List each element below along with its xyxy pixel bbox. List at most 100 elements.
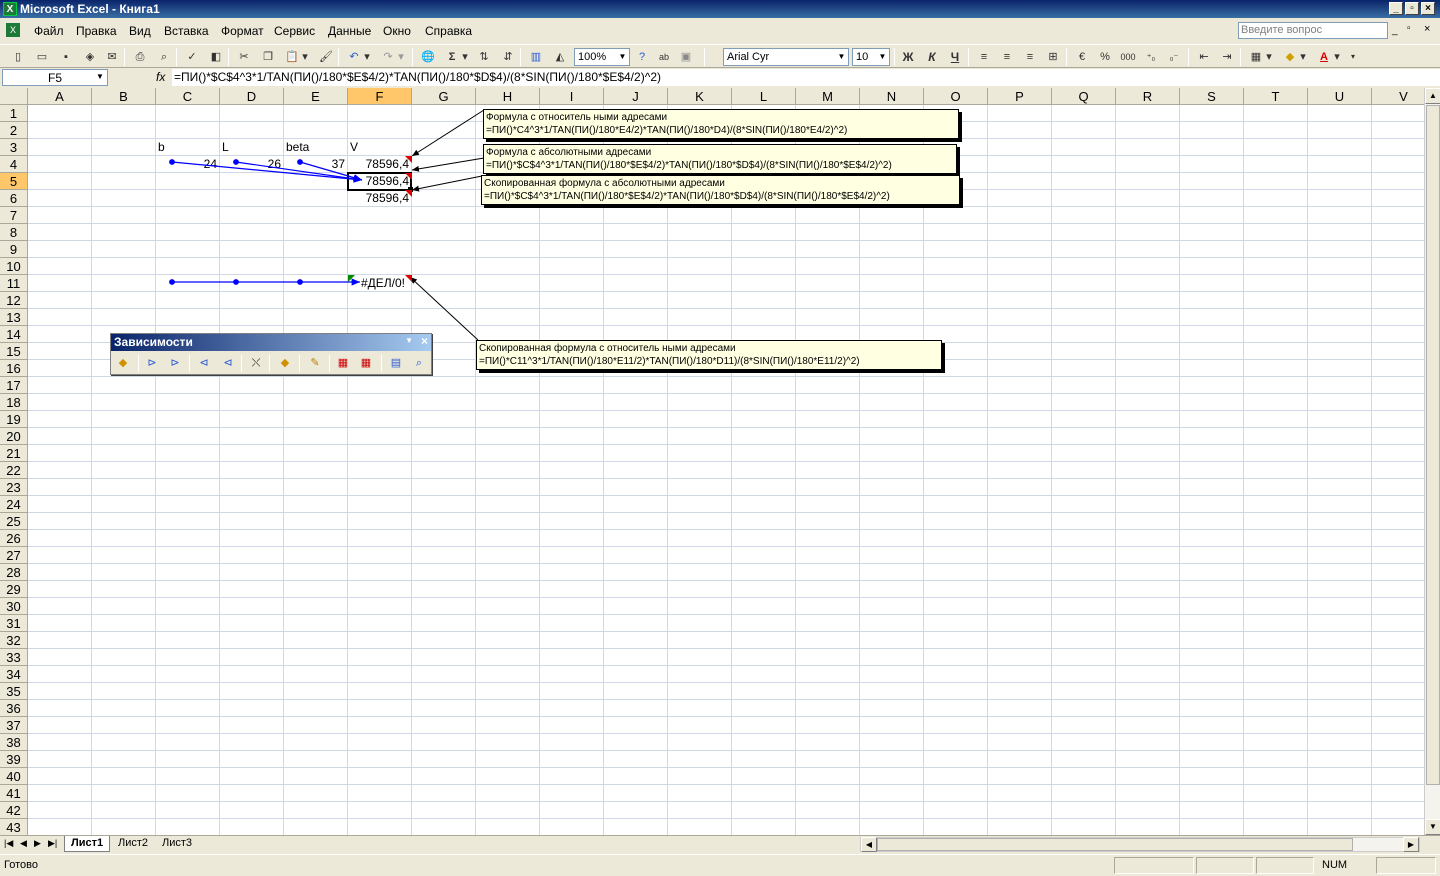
thousands-button[interactable]: 000 bbox=[1118, 49, 1138, 65]
row-header-10[interactable]: 10 bbox=[0, 258, 28, 275]
row-header-33[interactable]: 33 bbox=[0, 649, 28, 666]
column-header-u[interactable]: U bbox=[1308, 88, 1372, 105]
drawing-icon[interactable]: ◭ bbox=[552, 49, 568, 65]
increase-decimal-icon[interactable]: ⁺₀ bbox=[1143, 49, 1159, 65]
row-header-38[interactable]: 38 bbox=[0, 734, 28, 751]
fill-color-icon[interactable]: ◆ bbox=[1282, 49, 1298, 65]
remove-precedent-arrows-icon[interactable]: ⊳ bbox=[166, 355, 184, 372]
column-header-k[interactable]: K bbox=[668, 88, 732, 105]
cell-d4[interactable]: 26 bbox=[220, 156, 281, 173]
column-header-p[interactable]: P bbox=[988, 88, 1052, 105]
cell-f4[interactable]: 78596,4 bbox=[348, 156, 409, 173]
bold-button[interactable]: Ж bbox=[900, 49, 916, 65]
scroll-down-icon[interactable]: ▼ bbox=[1425, 819, 1440, 835]
row-header-2[interactable]: 2 bbox=[0, 122, 28, 139]
paste-dropdown-icon[interactable]: ▾ bbox=[300, 49, 310, 65]
workbook-icon[interactable]: X bbox=[6, 23, 20, 37]
fill-color-dropdown-icon[interactable]: ▾ bbox=[1298, 49, 1308, 65]
menu-tools[interactable]: Сервис bbox=[274, 24, 315, 38]
active-cell-selection[interactable] bbox=[347, 172, 412, 191]
increase-indent-icon[interactable]: ⇥ bbox=[1219, 49, 1235, 65]
show-watch-window-icon[interactable]: ▤ bbox=[387, 355, 405, 372]
fill-handle[interactable] bbox=[408, 187, 413, 192]
row-header-4[interactable]: 4 bbox=[0, 156, 28, 173]
align-right-icon[interactable]: ≡ bbox=[1022, 49, 1038, 65]
underline-button[interactable]: Ч bbox=[947, 49, 963, 65]
column-header-j[interactable]: J bbox=[604, 88, 668, 105]
undo-dropdown-icon[interactable]: ▾ bbox=[362, 49, 372, 65]
row-header-25[interactable]: 25 bbox=[0, 513, 28, 530]
comment-note-copied-absolute[interactable]: Скопированная формула с абсолютными адре… bbox=[481, 175, 960, 205]
row-header-15[interactable]: 15 bbox=[0, 343, 28, 360]
paste-icon[interactable]: 📋 bbox=[284, 49, 300, 65]
row-header-37[interactable]: 37 bbox=[0, 717, 28, 734]
row-header-20[interactable]: 20 bbox=[0, 428, 28, 445]
row-header-24[interactable]: 24 bbox=[0, 496, 28, 513]
row-header-29[interactable]: 29 bbox=[0, 581, 28, 598]
remove-dependent-arrows-icon[interactable]: ⊲ bbox=[219, 355, 237, 372]
error-check-icon[interactable]: ◆ bbox=[114, 355, 132, 372]
align-left-icon[interactable]: ≡ bbox=[976, 49, 992, 65]
row-header-39[interactable]: 39 bbox=[0, 751, 28, 768]
align-center-icon[interactable]: ≡ bbox=[999, 49, 1015, 65]
ask-question-input[interactable]: Введите вопрос bbox=[1238, 22, 1388, 39]
prev-sheet-icon[interactable]: ◀ bbox=[20, 838, 27, 849]
new-icon[interactable]: ▯ bbox=[10, 49, 26, 65]
cell-f3[interactable]: V bbox=[350, 139, 410, 156]
cell-f11[interactable]: #ДЕЛ/0! bbox=[348, 275, 405, 292]
sheet-tab-3[interactable]: Лист3 bbox=[156, 836, 198, 852]
scroll-right-icon[interactable]: ▶ bbox=[1403, 837, 1419, 852]
menu-edit[interactable]: Правка bbox=[76, 24, 117, 38]
sheet-tab-1[interactable]: Лист1 bbox=[64, 836, 111, 852]
select-all-corner[interactable] bbox=[0, 88, 28, 105]
row-header-16[interactable]: 16 bbox=[0, 360, 28, 377]
excel-app-icon[interactable]: X bbox=[3, 2, 17, 16]
column-header-c[interactable]: C bbox=[156, 88, 220, 105]
font-size-select[interactable]: 10 ▼ bbox=[852, 48, 890, 66]
cell-e4[interactable]: 37 bbox=[284, 156, 345, 173]
cell-c4[interactable]: 24 bbox=[156, 156, 217, 173]
open-icon[interactable]: ▭ bbox=[34, 49, 50, 65]
cut-icon[interactable]: ✂ bbox=[236, 49, 252, 65]
vertical-scrollbar[interactable]: ▲ ▼ bbox=[1424, 88, 1440, 835]
row-header-43[interactable]: 43 bbox=[0, 819, 28, 835]
menu-help[interactable]: Справка bbox=[425, 24, 472, 38]
sort-ascending-icon[interactable]: ⇅ bbox=[476, 49, 492, 65]
insert-function-icon[interactable]: fx bbox=[156, 70, 165, 84]
row-header-9[interactable]: 9 bbox=[0, 241, 28, 258]
percent-button[interactable]: % bbox=[1097, 49, 1113, 65]
row-header-13[interactable]: 13 bbox=[0, 309, 28, 326]
column-header-l[interactable]: L bbox=[732, 88, 796, 105]
row-header-28[interactable]: 28 bbox=[0, 564, 28, 581]
lock-icon[interactable]: ▣ bbox=[678, 49, 694, 65]
row-header-3[interactable]: 3 bbox=[0, 139, 28, 156]
research-icon[interactable]: ◧ bbox=[208, 49, 224, 65]
dependencies-toolbar-title[interactable]: Зависимости ▼ × bbox=[111, 334, 431, 351]
close-icon[interactable]: × bbox=[1421, 2, 1435, 15]
trace-precedents-icon[interactable]: ⊳ bbox=[143, 355, 161, 372]
autosum-icon[interactable]: Σ bbox=[444, 49, 460, 65]
column-header-s[interactable]: S bbox=[1180, 88, 1244, 105]
scroll-left-icon[interactable]: ◀ bbox=[861, 837, 877, 852]
menu-window[interactable]: Окно bbox=[383, 24, 411, 38]
new-comment-icon[interactable]: ✎ bbox=[306, 355, 324, 372]
email-icon[interactable]: ✉ bbox=[104, 49, 120, 65]
row-header-41[interactable]: 41 bbox=[0, 785, 28, 802]
horizontal-scroll-thumb[interactable] bbox=[877, 838, 1353, 851]
toolbar-options-icon[interactable]: ▼ bbox=[405, 336, 413, 345]
doc-minimize-icon[interactable]: _ bbox=[1392, 25, 1398, 36]
permission-icon[interactable]: ◈ bbox=[82, 49, 98, 65]
font-color-dropdown-icon[interactable]: ▾ bbox=[1332, 49, 1342, 65]
row-header-18[interactable]: 18 bbox=[0, 394, 28, 411]
undo-icon[interactable]: ↶ bbox=[346, 49, 362, 65]
save-icon[interactable]: ▪ bbox=[58, 49, 74, 65]
help-icon[interactable]: ? bbox=[634, 49, 650, 65]
column-header-v[interactable]: V bbox=[1372, 88, 1424, 105]
autosum-dropdown-icon[interactable]: ▾ bbox=[460, 49, 470, 65]
circle-invalid-data-icon[interactable]: ▦ bbox=[334, 355, 352, 372]
row-header-23[interactable]: 23 bbox=[0, 479, 28, 496]
menu-view[interactable]: Вид bbox=[129, 24, 151, 38]
column-header-g[interactable]: G bbox=[412, 88, 476, 105]
format-painter-icon[interactable]: 🖌 bbox=[318, 49, 334, 65]
row-header-35[interactable]: 35 bbox=[0, 683, 28, 700]
